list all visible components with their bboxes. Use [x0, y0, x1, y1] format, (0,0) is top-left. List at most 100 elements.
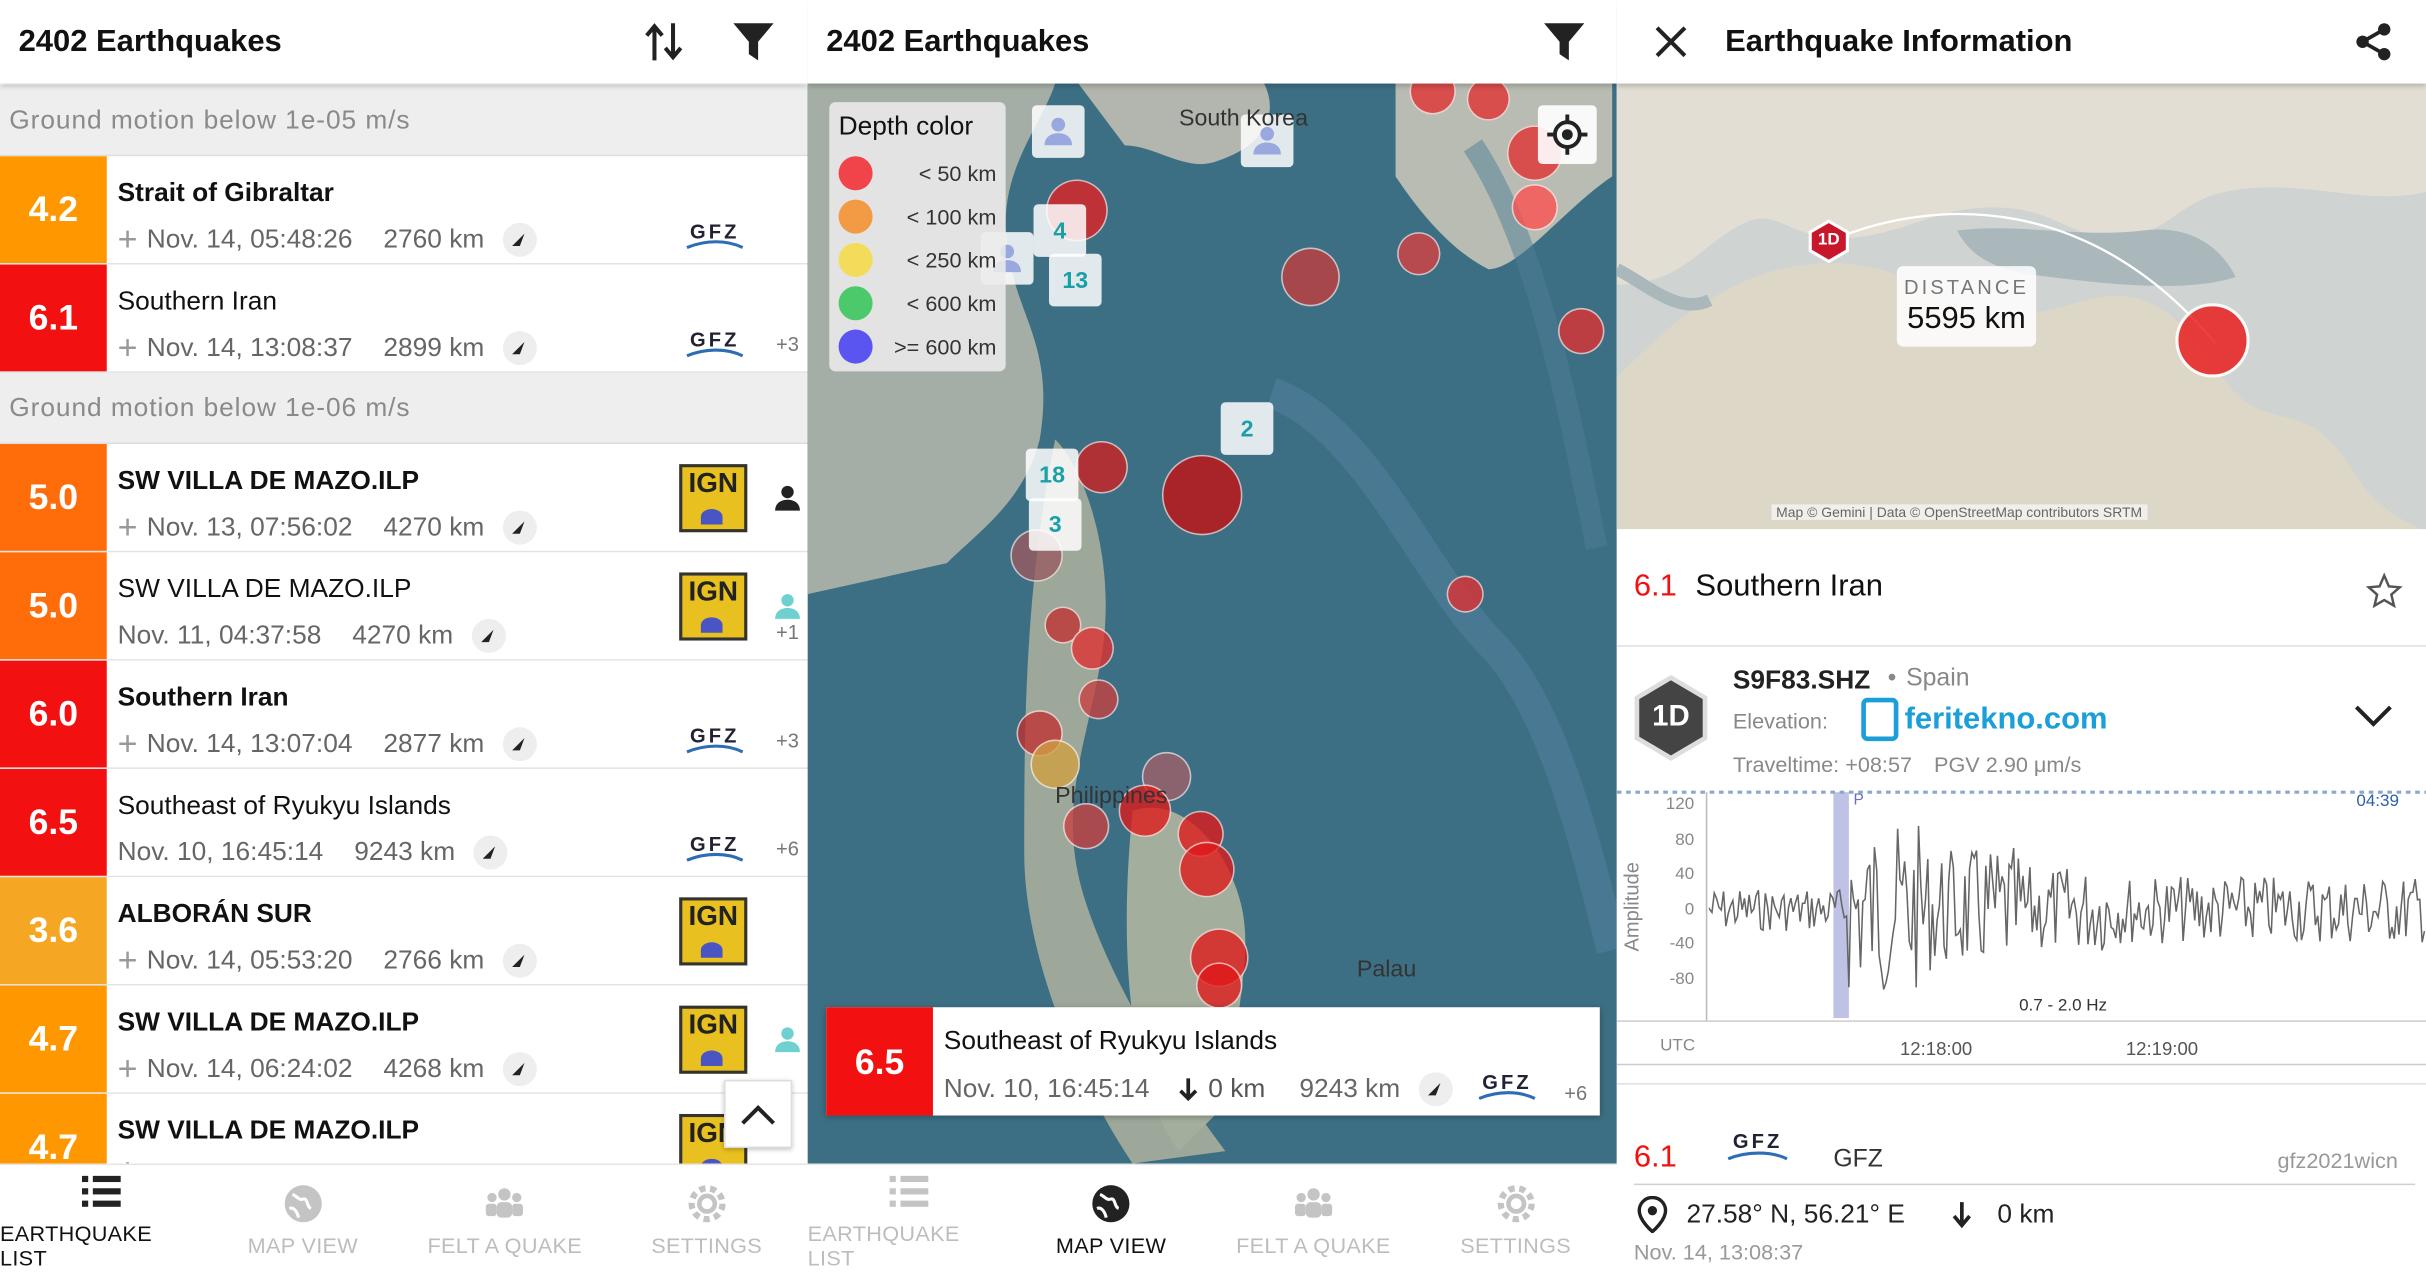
coordinates: 27.58° N, 56.21° E — [1686, 1199, 1905, 1229]
nav-settings[interactable]: SETTINGS — [606, 1165, 808, 1272]
source-card[interactable]: 6.1 GFZ GFZ gfz2021wicn 27.58° N, 56.21°… — [1616, 1083, 2426, 1272]
map-label-philippines: Philippines — [1055, 782, 1168, 810]
seismogram-chart[interactable]: Amplitude 120 80 40 0 -40 -80 UTC 12:18:00 12… — [1616, 789, 2426, 1071]
svg-text:GFZ: GFZ — [1733, 1131, 1783, 1153]
scroll-top-button[interactable] — [724, 1079, 793, 1149]
station-marker[interactable]: 1D — [1807, 219, 1850, 264]
legend-dot — [838, 286, 873, 321]
earthquake-marker[interactable] — [1070, 626, 1114, 670]
source-datetime: Nov. 14, 13:08:37 — [1633, 1239, 1804, 1265]
gfz-logo: GFZ — [1478, 1072, 1536, 1100]
earthquake-marker[interactable] — [1078, 679, 1119, 720]
nav-label: FELT A QUAKE — [427, 1232, 583, 1258]
earthquake-row[interactable]: 6.0 Southern Iran + Nov. 14, 13:07:04 2877 k… — [0, 660, 808, 769]
station-card[interactable]: 1D S9F83.SHZ • Spain Elevation: feritekn… — [1617, 647, 2426, 789]
cluster-badge[interactable]: 13 — [1048, 253, 1102, 307]
plus-icon: + — [117, 507, 138, 547]
earthquake-row[interactable]: 3.6 ALBORÁN SUR + Nov. 14, 05:53:20 2766 km I… — [0, 877, 808, 986]
extra-count: +3 — [776, 728, 799, 752]
earthquake-marker[interactable] — [1558, 307, 1605, 355]
share-icon[interactable] — [2347, 15, 2400, 68]
list-top-bar: 2402 Earthquakes — [0, 0, 808, 84]
filter-icon[interactable] — [1538, 15, 1591, 68]
plus-icon: + — [117, 328, 138, 367]
phase-label: P — [1853, 792, 1864, 810]
earthquake-row[interactable]: 5.0 SW VILLA DE MAZO.ILP Nov. 11, 04:37:58… — [0, 552, 808, 661]
direction-icon — [473, 835, 508, 870]
cluster-badge[interactable]: 3 — [1028, 498, 1082, 551]
nav-map-view[interactable]: MAP VIEW — [202, 1165, 404, 1272]
chevron-down-icon[interactable] — [2353, 702, 2393, 730]
person-icon — [767, 1026, 807, 1058]
event-popup[interactable]: 6.5 Southeast of Ryukyu Islands Nov. 10,… — [826, 1007, 1600, 1116]
nav-label: EARTHQUAKE LIST — [807, 1219, 960, 1270]
earthquake-row[interactable]: 6.5 Southeast of Ryukyu Islands Nov. 10, 1… — [0, 768, 808, 878]
earthquake-marker[interactable] — [1075, 440, 1128, 494]
earthquake-marker[interactable] — [1281, 247, 1340, 307]
earthquake-row[interactable]: 4.7 SW VILLA DE MAZO.ILP + Nov. 14, 06:24:0… — [0, 985, 808, 1094]
sort-icon[interactable] — [637, 15, 690, 68]
nav-earthquake-list[interactable]: EARTHQUAKE LIST — [0, 1165, 202, 1272]
list-icon — [82, 1175, 122, 1207]
earthquake-map[interactable]: 4 13 2 18 3 South Korea Philippines Palau De… — [807, 83, 1617, 1164]
watermark-logo — [1861, 697, 1899, 742]
legend-label: < 250 km — [906, 247, 997, 273]
cluster-badge[interactable]: 4 — [1033, 204, 1087, 257]
nav-felt-a-quake[interactable]: FELT A QUAKE — [404, 1165, 606, 1272]
traveltime: Traveltime: +08:57 — [1732, 751, 1913, 777]
earthquake-marker[interactable] — [1062, 802, 1110, 850]
cluster-badge[interactable]: 18 — [1025, 448, 1079, 502]
nav-felt-a-quake[interactable]: FELT A QUAKE — [1212, 1165, 1414, 1272]
popup-distance: 9243 km — [1299, 1073, 1401, 1104]
earthquake-marker[interactable] — [1466, 83, 1511, 121]
place-name: Southern Iran — [117, 286, 277, 316]
popup-magnitude: 6.5 — [826, 1007, 933, 1116]
direction-icon — [1418, 1072, 1453, 1107]
section-header: Ground motion below 1e-05 m/s — [0, 85, 808, 157]
earthquake-marker[interactable] — [1178, 841, 1235, 898]
earthquake-list[interactable]: Ground motion below 1e-05 m/s 4.2 Strait o… — [0, 85, 808, 1164]
elevation-label: Elevation: — [1732, 708, 1828, 734]
station-marker-label: 1D — [1817, 230, 1840, 250]
magnitude-badge: 4.7 — [0, 1093, 107, 1164]
cluster-badge[interactable]: 2 — [1220, 402, 1274, 455]
close-icon[interactable] — [1645, 15, 1698, 68]
station-country-dot: • — [1887, 665, 1897, 692]
event-distance: 2899 km — [383, 332, 485, 363]
nav-map-view[interactable]: MAP VIEW — [1010, 1165, 1212, 1272]
place-name: Southern Iran — [117, 682, 289, 712]
magnitude-badge: 3.6 — [0, 877, 107, 985]
earthquake-row[interactable]: 4.7SW VILLA DE MAZO.ILP+IGN — [0, 1093, 808, 1164]
y-tick: -80 — [1669, 969, 1695, 988]
earthquake-marker[interactable] — [1030, 739, 1080, 790]
locate-button[interactable] — [1537, 105, 1597, 165]
event-distance: 2766 km — [383, 945, 485, 975]
earthquake-marker[interactable] — [1161, 454, 1243, 536]
felt-report-marker[interactable] — [1031, 105, 1085, 158]
place-name: SW VILLA DE MAZO.ILP — [117, 1115, 420, 1145]
gfz-logo: GFZ — [681, 831, 749, 868]
earthquake-row[interactable]: 6.1 Southern Iran + Nov. 14, 13:08:37 2899 k… — [0, 264, 808, 373]
star-icon[interactable] — [2365, 572, 2403, 609]
earthquake-row[interactable]: 4.2 Strait of Gibraltar + Nov. 14, 05:48:26… — [0, 156, 808, 265]
row-meta: + Nov. 13, 07:56:02 4270 km — [117, 507, 537, 547]
event-header: 6.1 Southern Iran — [1616, 529, 2426, 647]
x-tick-2: 12:19:00 — [2125, 1038, 2199, 1060]
event-place: Southern Iran — [1695, 569, 1883, 604]
earthquake-row[interactable]: 5.0 SW VILLA DE MAZO.ILP + Nov. 13, 07:56:0… — [0, 444, 808, 553]
filter-icon[interactable] — [727, 15, 780, 68]
event-distance: 4270 km — [383, 512, 485, 542]
earthquake-marker[interactable] — [1195, 962, 1243, 1009]
nav-earthquake-list[interactable]: EARTHQUAKE LIST — [808, 1165, 1010, 1272]
y-tick: 120 — [1665, 795, 1695, 814]
seismogram-canvas — [1616, 790, 2426, 1066]
row-meta: Nov. 11, 04:37:58 4270 km — [118, 618, 506, 653]
ign-logo: IGN — [679, 1005, 748, 1074]
distance-map[interactable]: 1D DISTANCE 5595 km Map © Gemini | Data … — [1616, 83, 2426, 530]
earthquake-marker[interactable] — [1446, 575, 1484, 613]
nav-settings[interactable]: SETTINGS — [1415, 1165, 1617, 1272]
earthquake-marker[interactable] — [1397, 232, 1441, 276]
earthquake-marker[interactable] — [1511, 184, 1559, 231]
earthquake-marker[interactable] — [1409, 83, 1456, 115]
distance-box: DISTANCE 5595 km — [1896, 266, 2037, 347]
